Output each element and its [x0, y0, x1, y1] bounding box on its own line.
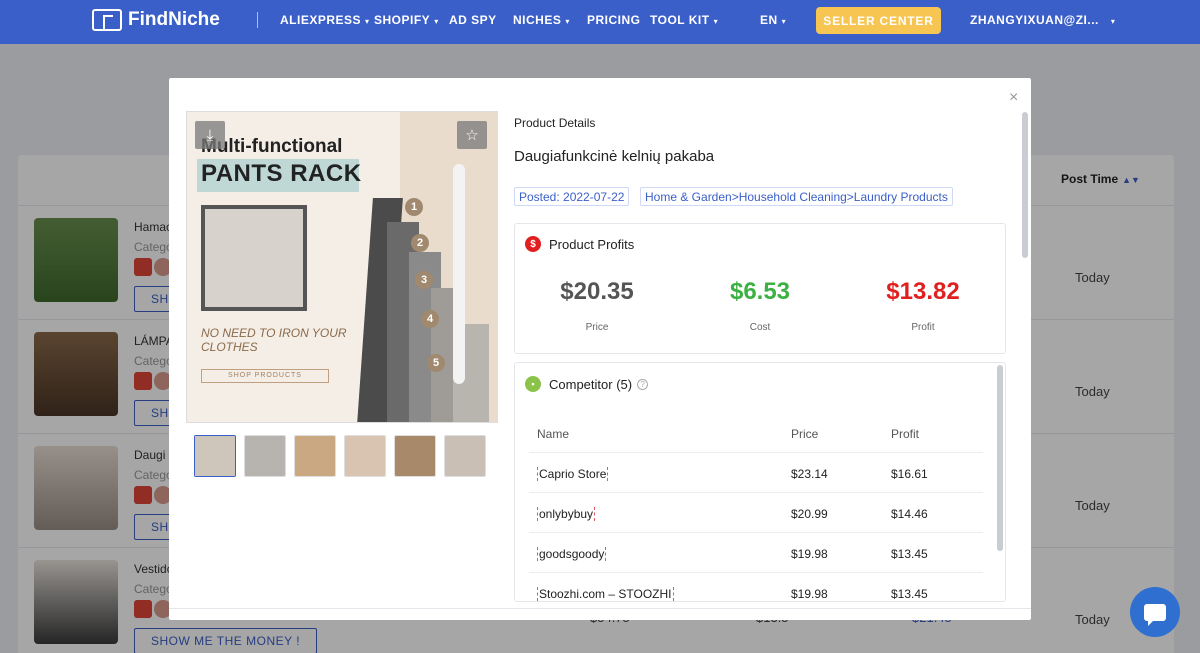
brand-logo[interactable]: FindNiche	[92, 9, 220, 31]
competitor-table: Name Price Profit Caprio Store $23.14 $1…	[529, 413, 983, 601]
cost-label: Cost	[749, 322, 771, 333]
thumbnail-swatch	[445, 436, 485, 476]
image-thumbnail[interactable]	[344, 435, 386, 477]
product-profits-card: $ Product Profits $20.35 Price $6.53 Cos…	[514, 223, 1006, 354]
image-thumbnail[interactable]	[394, 435, 436, 477]
card-header: ▪ Competitor (5) ?	[525, 376, 649, 392]
top-navigation-bar: FindNiche ALIEXPRESS ▾ SHOPIFY ▾ AD SPY NI…	[0, 0, 1200, 44]
chevron-down-icon: ▾	[565, 17, 570, 26]
findniche-logo-icon	[92, 9, 122, 31]
image-number-badge: 2	[411, 234, 429, 252]
star-icon[interactable]: ☆	[457, 121, 487, 149]
chevron-down-icon: ▾	[434, 17, 439, 26]
image-inset-photo	[201, 205, 307, 311]
table-row: Caprio Store $23.14 $16.61	[529, 453, 983, 493]
card-header: $ Product Profits	[525, 236, 634, 252]
competitor-store-link[interactable]: Caprio Store	[537, 467, 609, 481]
nav-item-niches[interactable]: NICHES ▾	[513, 13, 570, 27]
price-label: Price	[585, 322, 609, 333]
column-header-profit: Profit	[891, 427, 920, 441]
chevron-down-icon: ▾	[365, 17, 370, 26]
thumbnail-swatch	[195, 436, 235, 476]
competitor-profit: $13.45	[891, 587, 928, 601]
card-title: Competitor (5)	[549, 376, 633, 392]
modal-scrollbar[interactable]	[1022, 112, 1028, 258]
image-thumbnail[interactable]	[194, 435, 236, 477]
nav-divider	[257, 12, 258, 28]
chevron-down-icon: ▾	[713, 17, 719, 26]
category-breadcrumb-tag[interactable]: Home & Garden>Household Cleaning>Laundry…	[640, 187, 953, 206]
column-header-price: Price	[791, 427, 819, 441]
user-account-menu[interactable]: ZHANGYIXUAN@ZI... ▾	[970, 13, 1115, 27]
product-details-modal: × Multi-functional PANTS RACK NO NEED TO…	[169, 78, 1031, 620]
nav-item-ad-spy[interactable]: AD SPY	[449, 13, 497, 27]
competitor-store-link[interactable]: onlybybuy	[537, 507, 596, 521]
close-icon[interactable]: ×	[1009, 90, 1023, 106]
card-title: Product Profits	[549, 236, 635, 252]
modal-footer-divider	[169, 608, 1031, 609]
brand-name: FindNiche	[128, 9, 220, 30]
table-header-row: Name Price Profit	[529, 413, 983, 453]
competitor-scrollbar[interactable]	[997, 365, 1003, 551]
image-number-badge: 4	[421, 310, 439, 328]
chevron-down-icon: ▾	[781, 17, 787, 26]
competitor-profit: $14.46	[891, 507, 928, 521]
download-icon[interactable]: ⤓	[195, 121, 225, 149]
posted-date-tag: Posted: 2022-07-22	[514, 187, 630, 206]
competitor-profit: $16.61	[891, 467, 928, 481]
image-thumbnail[interactable]	[244, 435, 286, 477]
nav-item-pricing[interactable]: PRICING	[587, 13, 641, 27]
chat-bubble-icon	[1144, 603, 1166, 626]
nav-item-aliexpress[interactable]: ALIEXPRESS ▾	[280, 13, 370, 27]
nav-item-shopify[interactable]: SHOPIFY ▾	[374, 13, 439, 27]
seller-center-button[interactable]: SELLER CENTER	[816, 7, 941, 34]
help-icon[interactable]: ?	[637, 378, 649, 390]
image-headline: PANTS RACK	[201, 160, 362, 187]
column-header-name: Name	[537, 427, 570, 441]
competitor-store-link[interactable]: Stoozhi.com – STOOZHI	[537, 587, 674, 601]
language-selector[interactable]: EN ▾	[760, 13, 786, 27]
image-number-badge: 1	[405, 198, 423, 216]
nav-item-tool-kit[interactable]: TOOL KIT ▾	[650, 13, 718, 27]
chevron-down-icon: ▾	[1110, 17, 1116, 26]
image-number-badge: 3	[415, 271, 433, 289]
table-row: onlybybuy $20.99 $14.46	[529, 493, 983, 533]
profit-value: $13.82	[886, 278, 960, 305]
image-thumbnail[interactable]	[444, 435, 486, 477]
section-label: Product Details	[514, 116, 596, 130]
chat-support-button[interactable]	[1130, 587, 1180, 637]
image-thumbnail[interactable]	[294, 435, 336, 477]
product-title: Daugiafunkcinė kelnių pakaba	[514, 148, 715, 165]
cost-value: $6.53	[729, 278, 791, 305]
lock-icon: ▪	[525, 376, 541, 392]
thumbnail-swatch	[245, 436, 285, 476]
thumbnail-swatch	[345, 436, 385, 476]
product-main-image[interactable]: Multi-functional PANTS RACK NO NEED TO I…	[186, 111, 498, 423]
thumbnail-swatch	[295, 436, 335, 476]
image-cta: SHOP PRODUCTS	[201, 369, 329, 383]
image-subtext: NO NEED TO IRON YOUR CLOTHES	[201, 326, 347, 354]
price-value: $20.35	[560, 278, 634, 305]
competitor-price: $19.98	[791, 547, 828, 561]
image-number-badge: 5	[427, 354, 445, 372]
image-thumbnail-strip	[194, 435, 486, 477]
image-hanger	[453, 164, 465, 384]
table-row: goodsgoody $19.98 $13.45	[529, 533, 983, 573]
competitor-price: $19.98	[791, 587, 828, 601]
profit-label: Profit	[911, 322, 935, 333]
thumbnail-swatch	[395, 436, 435, 476]
competitor-store-link[interactable]: goodsgoody	[537, 547, 607, 561]
competitor-price: $23.14	[791, 467, 828, 481]
dollar-icon: $	[525, 236, 541, 252]
competitor-profit: $13.45	[891, 547, 928, 561]
competitor-price: $20.99	[791, 507, 828, 521]
table-row: Stoozhi.com – STOOZHI $19.98 $13.45	[529, 573, 983, 601]
competitor-card: ▪ Competitor (5) ? Name Price Profit Cap…	[514, 362, 1006, 602]
